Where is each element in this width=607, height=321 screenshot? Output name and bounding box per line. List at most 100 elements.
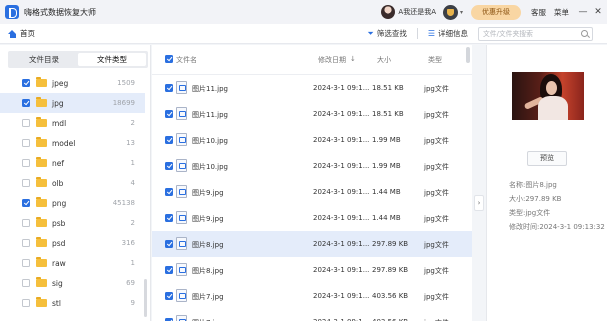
file-type-checkbox[interactable] — [22, 179, 30, 187]
file-type-checkbox[interactable] — [22, 219, 30, 227]
preview-button[interactable]: 预览 — [527, 151, 567, 166]
close-icon[interactable]: ✕ — [592, 7, 604, 17]
file-type-item[interactable]: jpg 18699 — [0, 93, 145, 113]
row-checkbox[interactable] — [165, 162, 173, 170]
preview-thumbnail[interactable] — [512, 72, 584, 120]
file-type-checkbox[interactable] — [22, 119, 30, 127]
table-row[interactable]: 图片11.jpg 2024-3-1 09:1... 18.51 KB jpg文件 — [152, 75, 472, 101]
details-button[interactable]: ☰ 详细信息 — [428, 28, 468, 39]
folder-icon — [36, 297, 47, 307]
table-header: 文件名 修改日期 ↓ 大小 类型 — [152, 45, 472, 75]
file-type-checkbox[interactable] — [22, 259, 30, 267]
row-checkbox[interactable] — [165, 136, 173, 144]
table-row[interactable]: 图片7.jpg2024-3-1 09:1...403.56 KBjpg文件 — [152, 283, 472, 309]
details-label: 详细信息 — [438, 29, 468, 38]
column-type-header[interactable]: 类型 — [428, 55, 442, 65]
file-size-cell: 18.51 KB — [372, 84, 404, 92]
filter-button[interactable]: ⏷ 筛选查找 — [367, 28, 406, 39]
file-type-cell: jpg文件 — [424, 267, 449, 275]
file-type-item[interactable]: jpeg 1509 — [0, 73, 145, 93]
table-row[interactable]: 图片8.jpg 2024-3-1 09:1... 297.89 KB jpg文件 — [152, 257, 472, 283]
table-row[interactable]: 图片9.jpg 2024-3-1 09:1... 1.44 MB jpg文件 — [152, 205, 472, 231]
file-type-checkbox[interactable] — [22, 79, 30, 87]
select-all-checkbox[interactable] — [165, 55, 173, 63]
file-type-name: mdl — [52, 118, 67, 128]
row-checkbox[interactable] — [165, 84, 173, 92]
column-date-header[interactable]: 修改日期 — [318, 55, 346, 65]
file-type-item[interactable]: olb 4 — [0, 173, 145, 193]
table-row[interactable]: 图片7.jpg2024-3-1 09:1...403.56 KBjpg文件 — [152, 309, 472, 321]
file-type-cell: jpg文件 — [424, 293, 449, 301]
home-breadcrumb[interactable]: 首页 — [8, 28, 35, 39]
file-type-name: olb — [52, 178, 64, 188]
file-type-item[interactable]: stl 9 — [0, 293, 145, 313]
folder-icon — [36, 117, 47, 127]
file-type-checkbox[interactable] — [22, 299, 30, 307]
file-type-count: 45138 — [112, 199, 135, 207]
folder-icon — [36, 97, 47, 107]
file-size-cell: 1.44 MB — [372, 214, 401, 222]
column-size-header[interactable]: 大小 — [377, 55, 391, 65]
file-size-cell: 1.44 MB — [372, 188, 401, 196]
table-row[interactable]: 图片10.jpg 2024-3-1 09:1... 1.99 MB jpg文件 — [152, 153, 472, 179]
customer-service-button[interactable]: 客服 — [531, 7, 546, 18]
table-row[interactable]: 图片8.jpg 2024-3-1 09:1... 297.89 KB jpg文件 — [152, 231, 472, 257]
search-box[interactable] — [478, 26, 593, 41]
sort-descending-icon[interactable]: ↓ — [350, 55, 356, 63]
file-type-checkbox[interactable] — [22, 199, 30, 207]
search-input[interactable] — [483, 29, 581, 38]
modified-date-cell: 2024-3-1 09:1... — [313, 214, 370, 222]
row-checkbox[interactable] — [165, 240, 173, 248]
view-mode-tabs: 文件目录 文件类型 — [8, 51, 148, 68]
folder-icon — [36, 77, 47, 87]
row-checkbox[interactable] — [165, 266, 173, 274]
collapse-detail-icon[interactable]: › — [474, 195, 484, 211]
file-type-name: psd — [52, 238, 66, 248]
file-size-cell: 1.99 MB — [372, 162, 401, 170]
row-checkbox[interactable] — [165, 110, 173, 118]
file-type-checkbox[interactable] — [22, 159, 30, 167]
detail-modified-time: 修改时间:2024-3-1 09:13:32 — [509, 223, 605, 231]
file-rows: 图片11.jpg 2024-3-1 09:1... 18.51 KB jpg文件 图片1… — [152, 75, 472, 321]
left-scrollbar[interactable] — [144, 279, 147, 317]
file-type-checkbox[interactable] — [22, 139, 30, 147]
menu-button[interactable]: 菜单 — [554, 7, 569, 18]
file-type-checkbox[interactable] — [22, 279, 30, 287]
username[interactable]: A我还是我A — [398, 7, 436, 17]
file-type-item[interactable]: nef 1 — [0, 153, 145, 173]
file-type-item[interactable]: psb 2 — [0, 213, 145, 233]
table-row[interactable]: 图片9.jpg 2024-3-1 09:1... 1.44 MB jpg文件 — [152, 179, 472, 205]
row-checkbox[interactable] — [165, 214, 173, 222]
upgrade-button[interactable]: 优惠升级 — [471, 4, 521, 20]
column-name-header[interactable]: 文件名 — [176, 55, 197, 65]
file-type-item[interactable]: png 45138 — [0, 193, 145, 213]
home-icon — [8, 29, 17, 38]
row-checkbox[interactable] — [165, 292, 173, 300]
image-file-icon — [176, 237, 187, 250]
tab-file-directory[interactable]: 文件目录 — [10, 53, 78, 66]
file-type-cell: jpg文件 — [424, 137, 449, 145]
file-size-cell: 297.89 KB — [372, 266, 409, 274]
file-type-item[interactable]: model 13 — [0, 133, 145, 153]
modified-date-cell: 2024-3-1 09:1... — [313, 240, 370, 248]
file-type-checkbox[interactable] — [22, 99, 30, 107]
file-type-item[interactable]: psd 316 — [0, 233, 145, 253]
modified-date-cell: 2024-3-1 09:1... — [313, 162, 370, 170]
file-type-name: psb — [52, 218, 66, 228]
vip-badge-icon[interactable] — [442, 4, 458, 20]
file-type-item[interactable]: raw 1 — [0, 253, 145, 273]
account-dropdown-icon[interactable]: ▾ — [460, 9, 463, 16]
file-type-item[interactable]: sig 69 — [0, 273, 145, 293]
table-row[interactable]: 图片11.jpg 2024-3-1 09:1... 18.51 KB jpg文件 — [152, 101, 472, 127]
search-icon[interactable] — [581, 30, 588, 37]
tab-file-type[interactable]: 文件类型 — [78, 53, 146, 66]
file-type-cell: jpg文件 — [424, 215, 449, 223]
table-row[interactable]: 图片10.jpg 2024-3-1 09:1... 1.99 MB jpg文件 — [152, 127, 472, 153]
file-list-scrollbar[interactable] — [466, 47, 470, 63]
row-checkbox[interactable] — [165, 188, 173, 196]
file-type-item[interactable]: mdl 2 — [0, 113, 145, 133]
minimize-icon[interactable]: — — [577, 7, 589, 17]
file-type-checkbox[interactable] — [22, 239, 30, 247]
user-avatar[interactable] — [381, 5, 396, 19]
folder-icon — [36, 197, 47, 207]
